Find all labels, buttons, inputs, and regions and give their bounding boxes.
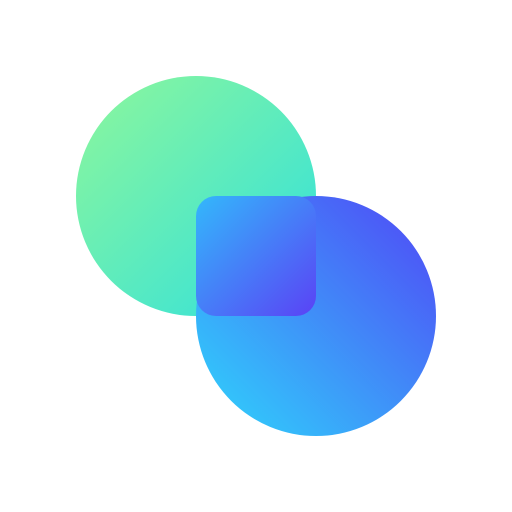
overlapping-circles-logo-icon bbox=[76, 76, 436, 436]
app-icon-canvas bbox=[0, 0, 512, 512]
overlap-square-shape bbox=[196, 196, 316, 316]
